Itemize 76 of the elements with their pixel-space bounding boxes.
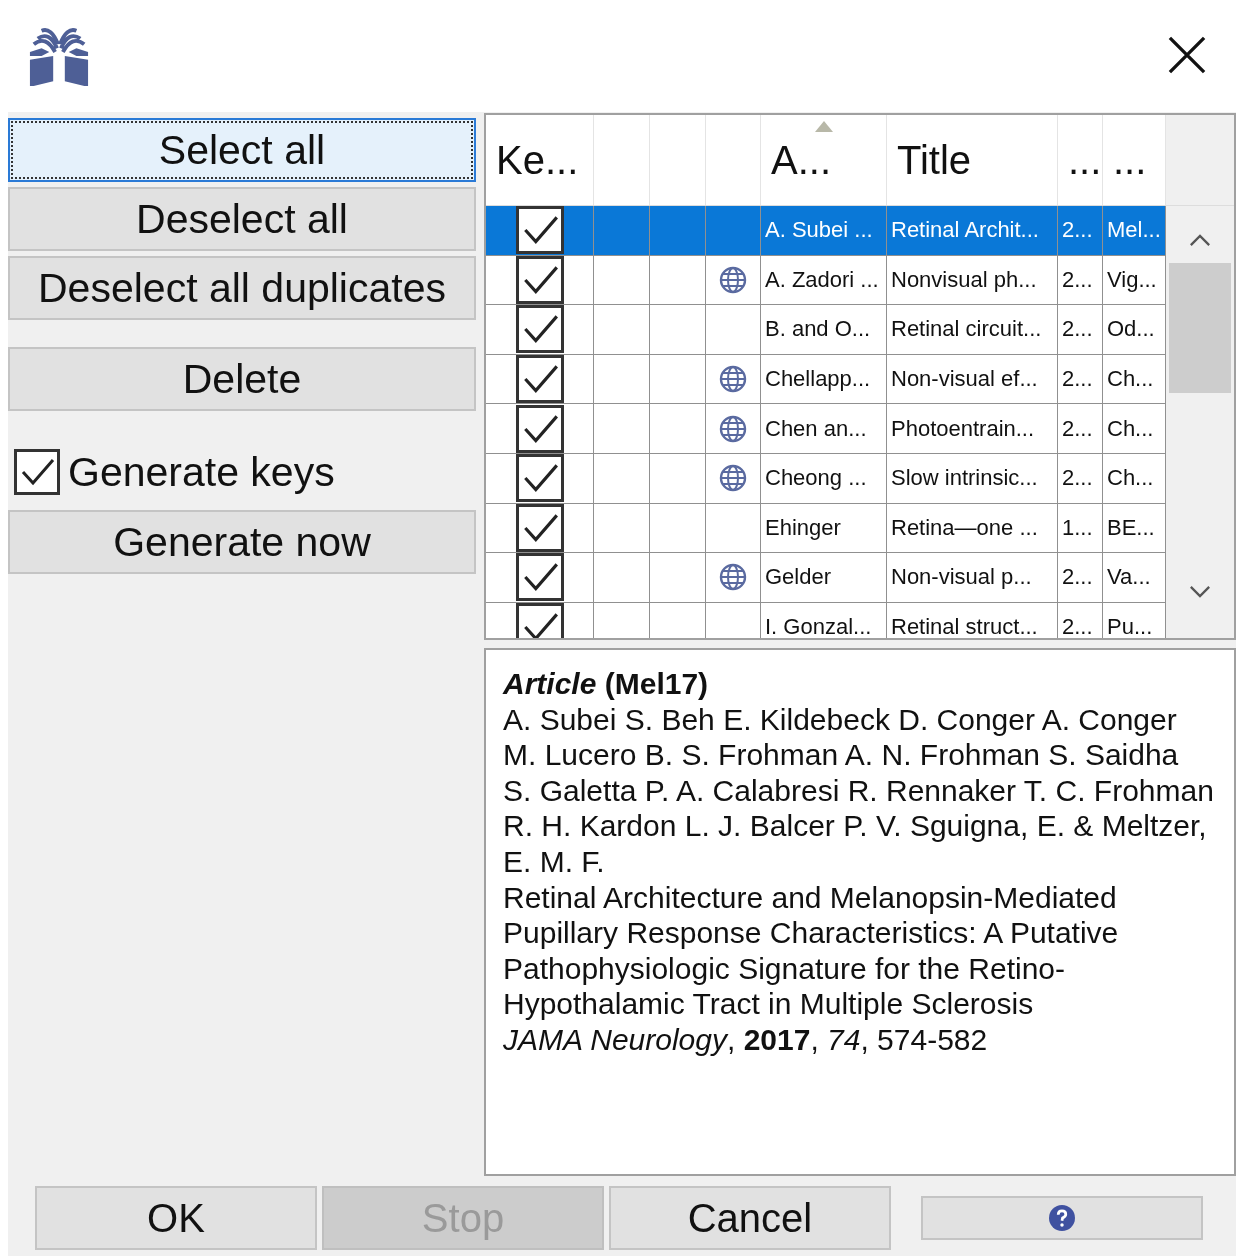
- entry-title: Retinal Architecture and Melanopsin-Mediated Pupillary Response Characteristics: A Putative Pathophysiologic Signature for the Retino-Hypothalamic Tract in Multiple Sclerosis: [503, 879, 1120, 1022]
- column-title: ...: [1068, 137, 1102, 183]
- checkbox-label[interactable]: Generate keys: [68, 448, 335, 496]
- table-cell: 1...: [1058, 503, 1103, 553]
- checkbox[interactable]: [516, 503, 564, 552]
- selected-row[interactable]: A. Subei ... Retinal Archit... 2... Mel...: [486, 206, 1166, 256]
- table-row[interactable]: Cheong ... Slow intrinsic... 2... Ch...: [486, 453, 1166, 504]
- scroll-thumb[interactable]: [1169, 263, 1231, 393]
- table-row[interactable]: Chen an... Photoentrain... 2... Ch...: [486, 404, 1166, 454]
- table-cell: Non-visual p...: [887, 553, 1058, 602]
- dialog-button[interactable]: OK: [35, 1186, 317, 1250]
- table-cell: 2...: [1058, 206, 1103, 255]
- entry-authors: A. Subei S. Beh E. Kildebeck D. Conger A. Conger M. Lucero B. S. Frohman A. N. Frohman S. Saidha S. Galetta P. A. Calabresi R. Rennaker T. C. Frohman R. H. Kardon L. J. Balcer P. V. Sguigna, E. & Meltzer, E. M. F.: [503, 701, 1214, 880]
- scroll-down-icon[interactable]: [1189, 585, 1211, 598]
- globe-icon[interactable]: [719, 365, 747, 394]
- table-cell: 2...: [1058, 354, 1103, 404]
- column-header[interactable]: ...: [1058, 115, 1103, 205]
- side-button[interactable]: Select all: [8, 118, 476, 182]
- table-cell: Ehinger: [761, 503, 887, 553]
- table-cell: Retinal circuit...: [887, 305, 1058, 354]
- globe-icon[interactable]: [719, 265, 747, 294]
- table-row[interactable]: B. and O... Retinal circuit... 2... Od...: [486, 305, 1166, 355]
- table-cell: Photoentrain...: [887, 404, 1058, 453]
- table-cell: 2...: [1058, 553, 1103, 602]
- help-icon: [1049, 1205, 1075, 1231]
- side-button[interactable]: Delete: [8, 347, 476, 411]
- entry-heading: Article (Mel17): [503, 666, 710, 702]
- table-cell: A. Zadori ...: [761, 255, 887, 305]
- checkbox[interactable]: [516, 553, 564, 602]
- table-row[interactable]: A. Zadori ... Nonvisual ph... 2... Vig...: [486, 255, 1166, 306]
- column-title: A...: [771, 137, 832, 183]
- globe-icon[interactable]: [719, 414, 747, 443]
- table-cell: 2...: [1058, 404, 1103, 453]
- checkbox[interactable]: [14, 449, 60, 495]
- table-row[interactable]: Gelder Non-visual p... 2... Va...: [486, 553, 1166, 603]
- table-cell: Slow intrinsic...: [887, 453, 1058, 503]
- column-header[interactable]: Title: [887, 115, 1058, 205]
- column-title: Title: [897, 137, 972, 183]
- column-title: Ke...: [496, 137, 579, 183]
- entry-source: JAMA Neurology, 2017, 74, 574-582: [503, 1021, 989, 1058]
- globe-icon[interactable]: [719, 464, 747, 493]
- table-cell: Gelder: [761, 553, 887, 602]
- table-cell: Retina—one ...: [887, 503, 1058, 553]
- table-cell: Non-visual ef...: [887, 354, 1058, 404]
- table-row[interactable]: Chellapp... Non-visual ef... 2... Ch...: [486, 354, 1166, 405]
- help-button[interactable]: [921, 1196, 1203, 1240]
- checkbox[interactable]: [516, 206, 564, 255]
- table-cell: 2...: [1058, 255, 1103, 305]
- table-cell: Nonvisual ph...: [887, 255, 1058, 305]
- table-cell: 2...: [1058, 453, 1103, 503]
- column-header[interactable]: A...: [761, 115, 887, 205]
- sort-arrow-icon: [814, 121, 833, 132]
- table-cell: Cheong ...: [761, 453, 887, 503]
- generate-button[interactable]: Generate now: [8, 510, 476, 574]
- close-icon[interactable]: [1168, 36, 1206, 74]
- table-cell: Chen an...: [761, 404, 887, 453]
- checkbox[interactable]: [516, 454, 564, 503]
- globe-icon[interactable]: [719, 563, 747, 592]
- table-cell: 2...: [1058, 305, 1103, 354]
- table-row[interactable]: Ehinger Retina—one ... 1... BE...: [486, 503, 1166, 554]
- scrollbar[interactable]: [1166, 206, 1234, 638]
- checkbox[interactable]: [516, 255, 564, 304]
- column-header[interactable]: Ke...: [486, 115, 594, 205]
- column-title: ...: [1113, 137, 1147, 183]
- checkbox[interactable]: [516, 305, 564, 354]
- table-cell: Retinal Archit...: [887, 206, 1058, 255]
- side-button[interactable]: Deselect all duplicates: [8, 256, 476, 320]
- checkbox[interactable]: [516, 355, 564, 404]
- checkbox[interactable]: [516, 404, 564, 453]
- dialog-button[interactable]: Cancel: [609, 1186, 891, 1250]
- side-button[interactable]: Deselect all: [8, 187, 476, 251]
- table-cell: B. and O...: [761, 305, 887, 354]
- table-cell: A. Subei ...: [761, 206, 887, 255]
- checkbox[interactable]: [516, 603, 564, 638]
- table-cell: Chellapp...: [761, 354, 887, 404]
- scroll-up-icon[interactable]: [1189, 234, 1211, 247]
